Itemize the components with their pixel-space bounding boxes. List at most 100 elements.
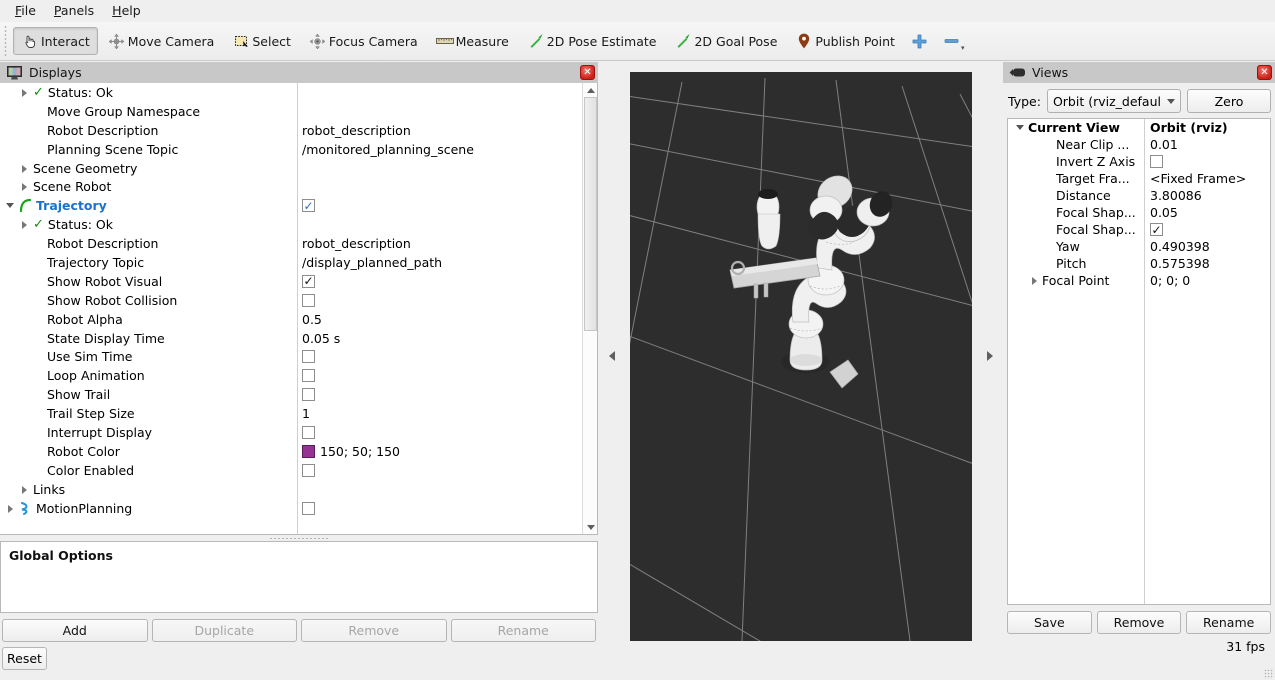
add-tool-button[interactable]: [905, 27, 935, 55]
displays-tree-row[interactable]: Robot Description robot_description: [0, 121, 582, 140]
views-tree-row[interactable]: Yaw 0.490398: [1008, 238, 1270, 255]
checkbox[interactable]: [1150, 155, 1163, 168]
displays-tree-row[interactable]: Loop Animation: [0, 366, 582, 385]
checkbox[interactable]: [302, 501, 315, 515]
remove-button[interactable]: Remove: [301, 619, 447, 642]
row-name: Robot Description: [0, 123, 158, 138]
reset-button[interactable]: Reset: [2, 647, 47, 670]
displays-tree-row[interactable]: Robot Color 150; 50; 150: [0, 442, 582, 461]
views-tree-row[interactable]: Pitch 0.575398: [1008, 255, 1270, 272]
displays-tree-row[interactable]: State Display Time 0.05 s: [0, 329, 582, 348]
displays-tree-row[interactable]: Trajectory ✓: [0, 196, 582, 215]
chevron-right-icon[interactable]: [6, 504, 15, 513]
tool-2d-pose-estimate[interactable]: 2D Pose Estimate: [519, 27, 665, 55]
menu-item-file[interactable]: File: [6, 1, 45, 21]
displays-tree-row[interactable]: Use Sim Time: [0, 347, 582, 366]
duplicate-button[interactable]: Duplicate: [151, 619, 297, 642]
tool-interact[interactable]: Interact: [13, 27, 98, 55]
views-tree-row[interactable]: Focal Point 0; 0; 0: [1008, 272, 1270, 289]
views-tree[interactable]: Current View Orbit (rviz) Near Clip ... 0.0…: [1007, 118, 1271, 605]
row-label: MotionPlanning: [36, 500, 133, 516]
menu-item-panels[interactable]: Panels: [45, 1, 103, 21]
scrollbar-thumb[interactable]: [584, 97, 597, 331]
collapse-right-handle[interactable]: [984, 326, 996, 386]
checkbox[interactable]: [302, 388, 315, 402]
checkbox[interactable]: ✓: [302, 199, 315, 213]
toolbar-drag-handle[interactable]: [2, 26, 11, 56]
displays-tree-row[interactable]: Planning Scene Topic/monitored_planning_…: [0, 140, 582, 159]
displays-tree-row[interactable]: Show Robot Visual ✓: [0, 272, 582, 291]
displays-tree-row[interactable]: Robot Description robot_description: [0, 234, 582, 253]
scroll-up-button[interactable]: [583, 83, 597, 97]
checkbox[interactable]: ✓: [302, 274, 315, 288]
views-tree-row[interactable]: Focal Shap... ✓: [1008, 221, 1270, 238]
tool-2d-goal-pose[interactable]: 2D Goal Pose: [666, 27, 785, 55]
views-tree-row[interactable]: Near Clip ... 0.01: [1008, 136, 1270, 153]
displays-tree-row[interactable]: ✓ Status: Ok: [0, 215, 582, 234]
zero-button[interactable]: Zero: [1187, 89, 1271, 113]
chevron-down-icon[interactable]: [1016, 123, 1025, 132]
displays-tree[interactable]: ✓ Status: Ok Move Group Namespace Robot Des…: [0, 83, 598, 535]
displays-tree-row[interactable]: Scene Geometry: [0, 159, 582, 178]
displays-scrollbar[interactable]: [582, 83, 597, 534]
displays-tree-row[interactable]: Interrupt Display: [0, 423, 582, 442]
tool-move-camera[interactable]: Move Camera: [100, 27, 223, 55]
color-swatch[interactable]: [302, 444, 315, 458]
tool-publish-point[interactable]: Publish Point: [787, 27, 903, 55]
save-view-button[interactable]: Save: [1007, 611, 1092, 634]
close-icon[interactable]: ✕: [580, 65, 595, 80]
checkbox[interactable]: [302, 350, 315, 364]
displays-tree-row[interactable]: Show Robot Collision: [0, 291, 582, 310]
displays-tree-row[interactable]: ✓ Status: Ok: [0, 83, 582, 102]
row-name: Robot Alpha: [0, 312, 123, 327]
chevron-right-icon[interactable]: [1030, 276, 1039, 285]
remove-tool-button[interactable]: ▾: [937, 27, 971, 55]
3d-viewport[interactable]: [630, 72, 972, 641]
chevron-right-icon[interactable]: [20, 220, 29, 230]
close-icon[interactable]: ✕: [1257, 65, 1272, 80]
checkbox[interactable]: ✓: [1150, 223, 1163, 236]
views-tree-row[interactable]: Invert Z Axis: [1008, 153, 1270, 170]
chevron-right-icon[interactable]: [20, 485, 29, 494]
scroll-down-button[interactable]: [583, 520, 597, 534]
displays-tree-row[interactable]: MotionPlanning: [0, 499, 582, 518]
tool-select[interactable]: Select: [224, 27, 299, 55]
checkbox[interactable]: [302, 293, 315, 307]
checkbox[interactable]: [302, 369, 315, 383]
chevron-down-icon[interactable]: [6, 201, 15, 210]
view-type-select[interactable]: Orbit (rviz_defaul: [1046, 89, 1181, 113]
chevron-right-icon[interactable]: [20, 88, 29, 97]
add-button[interactable]: Add: [2, 619, 148, 642]
resize-grip[interactable]: [1264, 669, 1274, 679]
displays-tree-row[interactable]: Scene Robot: [0, 177, 582, 196]
collapse-left-handle[interactable]: [606, 326, 618, 386]
rename-view-button[interactable]: Rename: [1186, 611, 1272, 634]
checkbox[interactable]: [302, 425, 315, 439]
menu-item-help[interactable]: Help: [103, 1, 150, 21]
row-name: Move Group Namespace: [0, 104, 200, 119]
row-value-text: 150; 50; 150: [320, 443, 400, 459]
displays-tree-row[interactable]: Trajectory Topic/display_planned_path: [0, 253, 582, 272]
tool-measure[interactable]: Measure: [428, 27, 517, 55]
checkbox[interactable]: [302, 463, 315, 477]
chevron-right-icon[interactable]: [20, 164, 29, 173]
remove-view-button[interactable]: Remove: [1096, 611, 1182, 634]
displays-tree-row[interactable]: Color Enabled: [0, 461, 582, 480]
row-name: Current View: [1016, 120, 1120, 135]
views-tree-row[interactable]: Focal Shap... 0.05: [1008, 204, 1270, 221]
displays-tree-row[interactable]: Robot Alpha 0.5: [0, 310, 582, 329]
displays-tree-row[interactable]: Trail Step Size 1: [0, 404, 582, 423]
views-tree-row[interactable]: Target Fra... <Fixed Frame>: [1008, 170, 1270, 187]
rename-button[interactable]: Rename: [450, 619, 596, 642]
displays-tree-row[interactable]: Show Trail: [0, 385, 582, 404]
remove-tool-caret[interactable]: ▾: [961, 44, 965, 52]
views-tree-row[interactable]: Current View Orbit (rviz): [1008, 119, 1270, 136]
row-label: State Display Time: [47, 330, 165, 346]
chevron-right-icon[interactable]: [20, 182, 29, 192]
tool-focus-camera[interactable]: Focus Camera: [301, 27, 426, 55]
displays-tree-row[interactable]: Links: [0, 480, 582, 499]
global-options-box[interactable]: Global Options: [0, 541, 598, 613]
views-tree-row[interactable]: Distance 3.80086: [1008, 187, 1270, 204]
displays-tree-row[interactable]: Move Group Namespace: [0, 102, 582, 121]
